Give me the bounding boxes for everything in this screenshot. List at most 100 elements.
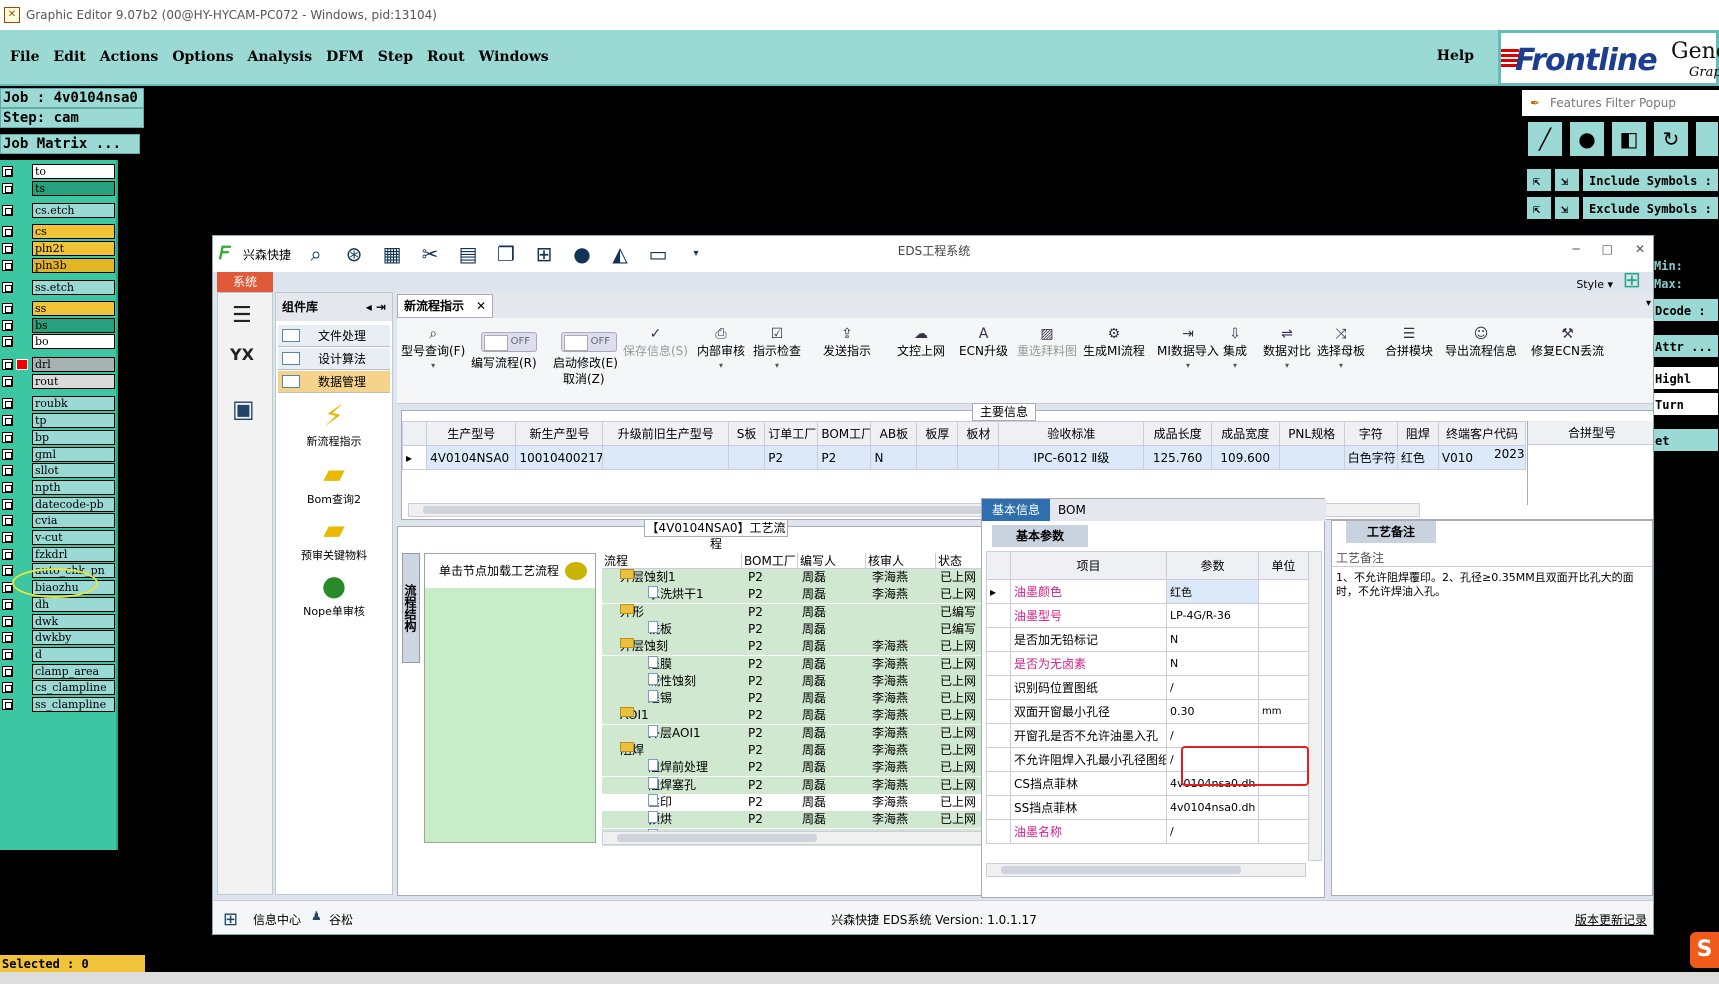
process-row[interactable]: 阻焊前处理 P2 周磊 李海燕 已上网 [602, 759, 992, 777]
chat-bubble-icon[interactable] [565, 562, 587, 580]
layer-name[interactable]: rout [32, 373, 115, 389]
category-file-processing[interactable]: 文件处理 [278, 325, 390, 347]
layer-row[interactable]: fzkdrl [0, 546, 116, 562]
layer-row[interactable]: pln2t [0, 240, 116, 256]
menu-analysis[interactable]: Analysis [247, 49, 312, 65]
layer-checkbox[interactable] [2, 336, 13, 348]
dropdown-arrow-icon[interactable]: ▾ [753, 361, 801, 370]
attr-button[interactable]: Attr ... [1648, 334, 1719, 358]
layer-row[interactable]: to [0, 164, 116, 179]
layer-row[interactable]: v-cut [0, 530, 116, 545]
grid-icon[interactable]: ⊞ [531, 241, 557, 267]
process-hscroll[interactable] [602, 831, 992, 845]
layer-name[interactable]: dh [32, 596, 115, 612]
column-header[interactable]: 终端客户代码 [1437, 421, 1527, 446]
table-cell[interactable]: 红色 [1396, 445, 1439, 470]
layer-row[interactable]: clamp_area [0, 663, 116, 679]
category-design-algorithm[interactable]: 设计算法 [278, 348, 390, 370]
menu-dfm[interactable]: DFM [326, 49, 364, 65]
process-row[interactable]: 水洗烘干1 P2 周磊 李海燕 已上网 [602, 586, 992, 604]
layer-checkbox[interactable] [2, 319, 13, 331]
calculator-icon[interactable]: ▣ [232, 395, 255, 423]
layer-row[interactable]: gml [0, 446, 116, 462]
layer-row[interactable]: dwk [0, 613, 116, 629]
film-icon[interactable]: ▤ [455, 241, 481, 267]
process-row[interactable]: 预烘 P2 周磊 李海燕 已上网 [602, 811, 992, 829]
layer-row[interactable]: bs [0, 317, 116, 333]
layer-row[interactable]: bp [0, 429, 116, 445]
basic-hscroll[interactable] [986, 863, 1306, 877]
category-data-management[interactable]: 数据管理 [278, 371, 390, 393]
param-value[interactable]: 红色 [1166, 579, 1259, 604]
layer-row[interactable]: cs_clampline [0, 680, 116, 696]
table-cell[interactable] [602, 445, 729, 470]
layer-name[interactable]: to [32, 164, 115, 179]
layer-checkbox[interactable] [2, 565, 13, 577]
process-row[interactable]: 碱性蚀刻 P2 周磊 李海燕 已上网 [602, 672, 992, 690]
process-row[interactable]: −外形 P2 周磊 已编写 [602, 603, 992, 621]
main-info-row[interactable]: ▸4V0104NSA010010400217146P2P2NIPC-6012 Ⅱ… [401, 445, 1527, 470]
lifebuoy-icon[interactable]: ⊛ [341, 241, 367, 267]
layer-name[interactable]: drl [32, 357, 115, 372]
table-cell[interactable]: P2 [764, 445, 819, 470]
process-structure-tab[interactable]: 流程结构 [402, 553, 420, 663]
process-column-header[interactable]: 编写人 [798, 553, 866, 569]
layer-row[interactable]: dh [0, 596, 116, 612]
maximize-icon[interactable]: □ [1602, 242, 1613, 256]
column-header[interactable]: 成品宽度 [1210, 421, 1280, 446]
highlight-button[interactable]: Highl [1648, 366, 1719, 390]
dropdown-arrow-icon[interactable]: ▾ [1157, 361, 1219, 370]
include-pick-icon[interactable]: ⇱ [1526, 168, 1552, 192]
toolbar-button-11[interactable]: ⇌ 数据对比 ▾ [1263, 326, 1311, 370]
toolbar-button-3[interactable]: ☑ 指示检查 ▾ [753, 326, 801, 370]
reset-button[interactable]: et [1648, 428, 1719, 452]
column-header[interactable]: 阻焊 [1396, 421, 1439, 446]
param-value[interactable]: N [1166, 651, 1259, 676]
layer-row[interactable]: cs [0, 224, 116, 240]
menu-edit[interactable]: Edit [53, 49, 85, 65]
layer-checkbox[interactable] [2, 548, 13, 560]
dropdown-arrow-icon[interactable]: ▾ [1317, 361, 1365, 370]
layer-row[interactable]: roubk [0, 396, 116, 412]
menu-step[interactable]: Step [378, 49, 413, 65]
scroll-thumb[interactable] [617, 834, 817, 842]
tile-key-material[interactable]: ▰ 预审关键物料 [278, 513, 390, 563]
layer-name[interactable]: bs [32, 317, 115, 333]
layer-checkbox[interactable] [2, 205, 13, 217]
layer-checkbox[interactable] [2, 375, 13, 387]
toolbar-button-1[interactable]: ✓ 保存信息(S) [623, 326, 688, 359]
table-cell[interactable]: IPC-6012 Ⅱ级 [998, 445, 1145, 470]
param-row[interactable]: 是否为无卤素 N [986, 651, 1309, 676]
layer-row[interactable]: d [0, 646, 116, 662]
layer-row[interactable]: ss_clampline [0, 697, 116, 712]
layer-name[interactable]: d [32, 646, 115, 662]
layer-checkbox[interactable] [2, 532, 13, 543]
layer-checkbox[interactable] [2, 632, 13, 644]
layer-row[interactable]: bo [0, 334, 116, 350]
layer-row[interactable]: drl [0, 357, 116, 372]
user-icon[interactable]: ● [569, 241, 595, 267]
toolbar-button-14[interactable]: ☺ 导出流程信息 [1445, 326, 1517, 359]
layer-name[interactable]: ss.etch [32, 280, 115, 296]
layer-name[interactable]: ss_clampline [32, 697, 115, 712]
layer-name[interactable]: pln3b [32, 257, 115, 273]
column-header[interactable]: 板厚 [916, 421, 959, 446]
column-header[interactable]: 成品长度 [1143, 421, 1212, 446]
chart-icon[interactable]: ◭ [607, 241, 633, 267]
include-symbols[interactable]: Include Symbols : [1582, 168, 1719, 192]
toolbar-button-4[interactable]: ⇪ 发送指示 [823, 326, 871, 359]
layer-name[interactable]: bp [32, 429, 115, 445]
layer-checkbox[interactable] [2, 481, 13, 493]
layer-checkbox[interactable] [2, 598, 13, 610]
table-cell[interactable]: 4V0104NSA0 [426, 445, 517, 470]
exclude-clear-icon[interactable]: ⇲ [1554, 196, 1580, 220]
column-header[interactable]: 生产型号 [426, 421, 517, 446]
process-row[interactable]: 阻焊塞孔 P2 周磊 李海燕 已上网 [602, 776, 992, 794]
layer-row[interactable]: datecode-pb [0, 496, 116, 512]
layer-checkbox[interactable] [2, 515, 13, 527]
param-value[interactable]: 0.30 [1166, 699, 1259, 724]
process-column-header[interactable]: 核审人 [866, 553, 936, 569]
table-cell[interactable]: 白色字符 [1343, 445, 1398, 470]
toolbar-button-13[interactable]: ☰ 合拼模块 [1385, 326, 1433, 359]
column-header[interactable]: 单位 [1258, 551, 1309, 580]
